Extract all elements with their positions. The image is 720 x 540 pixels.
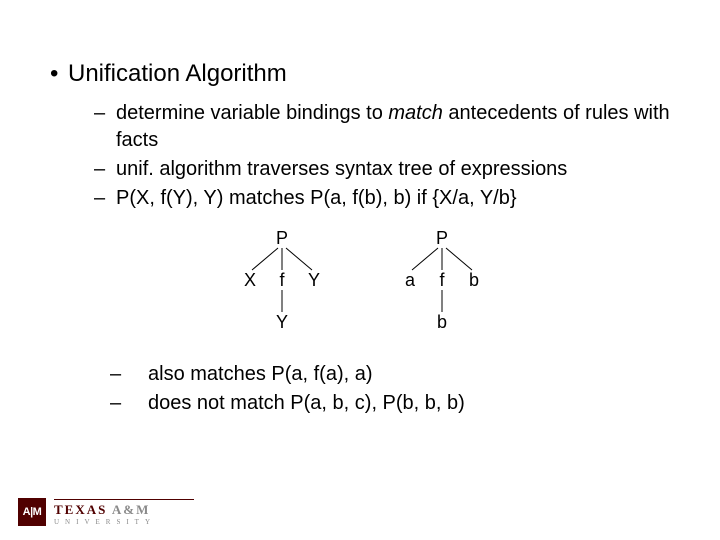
logo-word: A&M <box>112 502 151 517</box>
tree-node: P <box>436 228 448 248</box>
dash-icon: – <box>94 361 148 388</box>
dash-icon: – <box>94 100 116 154</box>
sub-bullet-4: – also matches P(a, f(a), a) <box>94 361 680 388</box>
sub-bullet-2: – unif. algorithm traverses syntax tree … <box>94 156 680 183</box>
sub-bullet-list-2: – also matches P(a, f(a), a) – does not … <box>94 361 680 417</box>
tree-node: Y <box>308 270 320 290</box>
sub-bullet-4-text: also matches P(a, f(a), a) <box>148 361 373 388</box>
sub-bullet-5-text: does not match P(a, b, c), P(b, b, b) <box>148 390 465 417</box>
syntax-tree-diagram: P X f Y Y P a f b b <box>40 226 680 351</box>
bullet-dot: • <box>50 60 68 88</box>
tree-node: a <box>405 270 416 290</box>
slide: •Unification Algorithm – determine varia… <box>0 0 720 540</box>
tree-node: f <box>439 270 445 290</box>
logo-word: TEXAS <box>54 502 112 517</box>
logo-mark-text: A|M <box>23 506 42 518</box>
heading-text: Unification Algorithm <box>68 60 287 87</box>
sub-bullet-list: – determine variable bindings to match a… <box>94 100 680 212</box>
text-frag: determine variable bindings to <box>116 102 388 124</box>
heading-bullet: •Unification Algorithm <box>50 60 680 88</box>
sub-bullet-2-text: unif. algorithm traverses syntax tree of… <box>116 156 680 183</box>
tree-node: Y <box>276 312 288 332</box>
tree-node: f <box>279 270 285 290</box>
sub-bullet-1-text: determine variable bindings to match ant… <box>116 100 680 154</box>
sub-bullet-1: – determine variable bindings to match a… <box>94 100 680 154</box>
sub-bullet-5: – does not match P(a, b, c), P(b, b, b) <box>94 390 680 417</box>
text-frag-italic: match <box>388 102 442 124</box>
tree-svg: P X f Y Y P a f b b <box>200 226 520 346</box>
dash-icon: – <box>94 390 148 417</box>
logo-line1: TEXAS A&M <box>54 502 150 517</box>
sub-bullet-3: – P(X, f(Y), Y) matches P(a, f(b), b) if… <box>94 185 680 212</box>
sub-bullet-3-text: P(X, f(Y), Y) matches P(a, f(b), b) if {… <box>116 185 680 212</box>
logo-text: TEXAS A&M UNIVERSITY <box>54 499 194 526</box>
logo-line2: UNIVERSITY <box>54 519 194 526</box>
tree-node: b <box>469 270 479 290</box>
logo-rule: TEXAS A&M UNIVERSITY <box>54 499 194 526</box>
tree-node: b <box>437 312 447 332</box>
logo-mark: A|M <box>18 498 46 526</box>
tree-node: P <box>276 228 288 248</box>
dash-icon: – <box>94 156 116 183</box>
footer-logo: A|M TEXAS A&M UNIVERSITY <box>18 498 194 526</box>
tree-node: X <box>244 270 256 290</box>
dash-icon: – <box>94 185 116 212</box>
